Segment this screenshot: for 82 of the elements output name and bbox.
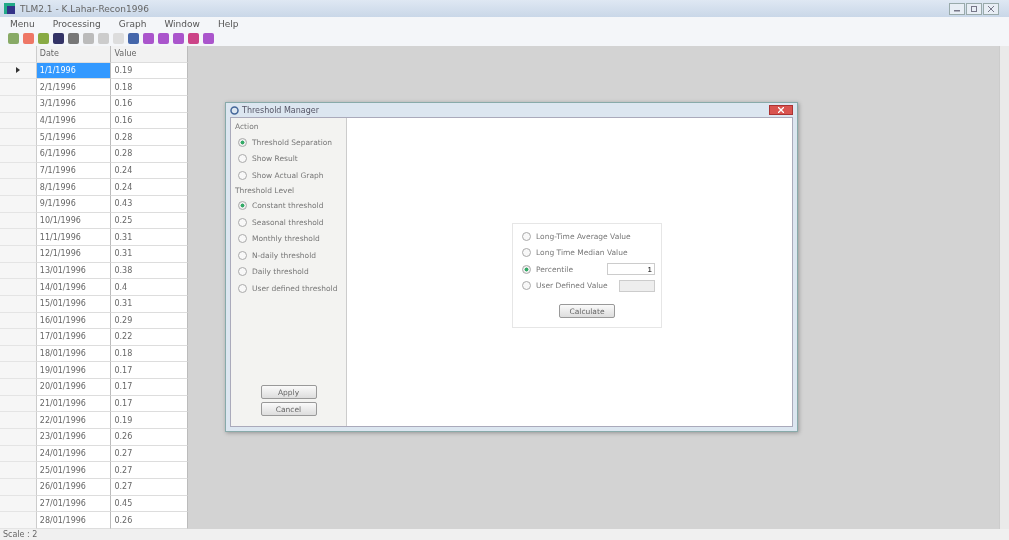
toolbar-icon[interactable]: [203, 33, 214, 44]
row-header[interactable]: [0, 412, 37, 430]
radio-button[interactable]: [522, 281, 531, 291]
column-header[interactable]: Value: [111, 46, 188, 63]
input-field[interactable]: 1: [607, 263, 655, 276]
row-header[interactable]: [0, 329, 37, 346]
row-pointer-icon: [15, 67, 20, 74]
toolbar-icon[interactable]: [143, 33, 154, 44]
radio-button[interactable]: [238, 137, 247, 147]
table-cell: 19/01/1996: [36, 362, 112, 380]
menu-item[interactable]: Window: [164, 19, 200, 29]
maximize-icon: [971, 5, 977, 12]
table-cell: 0.27: [111, 462, 188, 480]
table-cell: 0.26: [111, 512, 188, 530]
maximize-button[interactable]: [966, 2, 982, 15]
minimize-button[interactable]: [949, 2, 965, 15]
table-cell: 2/1/1996: [36, 79, 112, 96]
close-icon: [778, 107, 784, 113]
table-cell: 23/01/1996: [36, 429, 112, 446]
table-cell: 0.22: [111, 329, 188, 346]
toolbar-icon[interactable]: [128, 33, 139, 44]
row-header[interactable]: [0, 229, 37, 246]
radio-button[interactable]: [238, 217, 247, 227]
row-header[interactable]: [0, 179, 37, 196]
row-header[interactable]: [0, 129, 37, 146]
radio-button[interactable]: [522, 264, 531, 274]
scroll-bar[interactable]: [999, 46, 1009, 529]
close-button[interactable]: [769, 105, 793, 115]
row-header[interactable]: [0, 279, 37, 296]
row-header[interactable]: [0, 362, 37, 380]
row-header[interactable]: [0, 429, 37, 446]
row-header[interactable]: [0, 79, 37, 96]
toolbar-icon[interactable]: [68, 33, 79, 44]
table-cell: 22/01/1996: [36, 412, 112, 430]
app-icon: [4, 3, 15, 14]
radio-button[interactable]: [522, 231, 531, 241]
toolbar-icon[interactable]: [158, 33, 169, 44]
row-header[interactable]: [0, 479, 37, 496]
table-cell: 0.19: [111, 412, 188, 430]
close-icon: [988, 5, 994, 12]
table-cell: 0.24: [111, 179, 188, 196]
table-cell: 0.17: [111, 362, 188, 380]
radio-button[interactable]: [238, 201, 247, 211]
table-cell: 11/1/1996: [36, 229, 112, 246]
radio-button[interactable]: [522, 248, 531, 258]
toolbar-icon[interactable]: [173, 33, 184, 44]
menu-item[interactable]: Help: [217, 19, 239, 29]
radio-button[interactable]: [238, 154, 247, 164]
table-cell: 5/1/1996: [36, 129, 112, 146]
toolbar-icon[interactable]: [53, 33, 64, 44]
window-title: TLM2.1 - K.Lahar-Recon1996: [20, 3, 150, 14]
table-cell: 0.18: [111, 79, 188, 96]
table-cell: 0.4: [111, 279, 188, 296]
dialog-title: Threshold Manager: [242, 105, 321, 115]
status-text: Scale : 2: [3, 530, 38, 539]
menu-item[interactable]: Graph: [118, 19, 147, 29]
table-cell: 0.31: [111, 229, 188, 246]
radio-button[interactable]: [238, 250, 247, 260]
table-cell: 17/01/1996: [36, 329, 112, 346]
radio-button[interactable]: [238, 283, 247, 293]
row-header[interactable]: [0, 462, 37, 480]
radio-button[interactable]: [238, 170, 247, 180]
radio-button[interactable]: [238, 267, 247, 277]
row-header[interactable]: [0, 512, 37, 530]
close-button[interactable]: [983, 2, 999, 15]
toolbar-icon[interactable]: [188, 33, 199, 44]
table-cell: 20/01/1996: [36, 379, 112, 396]
table-cell: 8/1/1996: [36, 179, 112, 196]
radio-button[interactable]: [238, 234, 247, 244]
table-cell: 14/01/1996: [36, 279, 112, 296]
row-header[interactable]: [0, 379, 37, 396]
table-cell: 0.27: [111, 479, 188, 496]
table-cell: 25/01/1996: [36, 462, 112, 480]
table-cell: 26/01/1996: [36, 479, 112, 496]
table-cell: 28/01/1996: [36, 512, 112, 530]
dialog-icon: [230, 105, 239, 115]
column-header[interactable]: Date: [36, 46, 112, 63]
menu-item[interactable]: Menu: [10, 19, 35, 29]
table-cell: 0.17: [111, 379, 188, 396]
menu-item[interactable]: Processing: [52, 19, 101, 29]
table-cell: 0.26: [111, 429, 188, 446]
table-cell: 0.28: [111, 129, 188, 146]
